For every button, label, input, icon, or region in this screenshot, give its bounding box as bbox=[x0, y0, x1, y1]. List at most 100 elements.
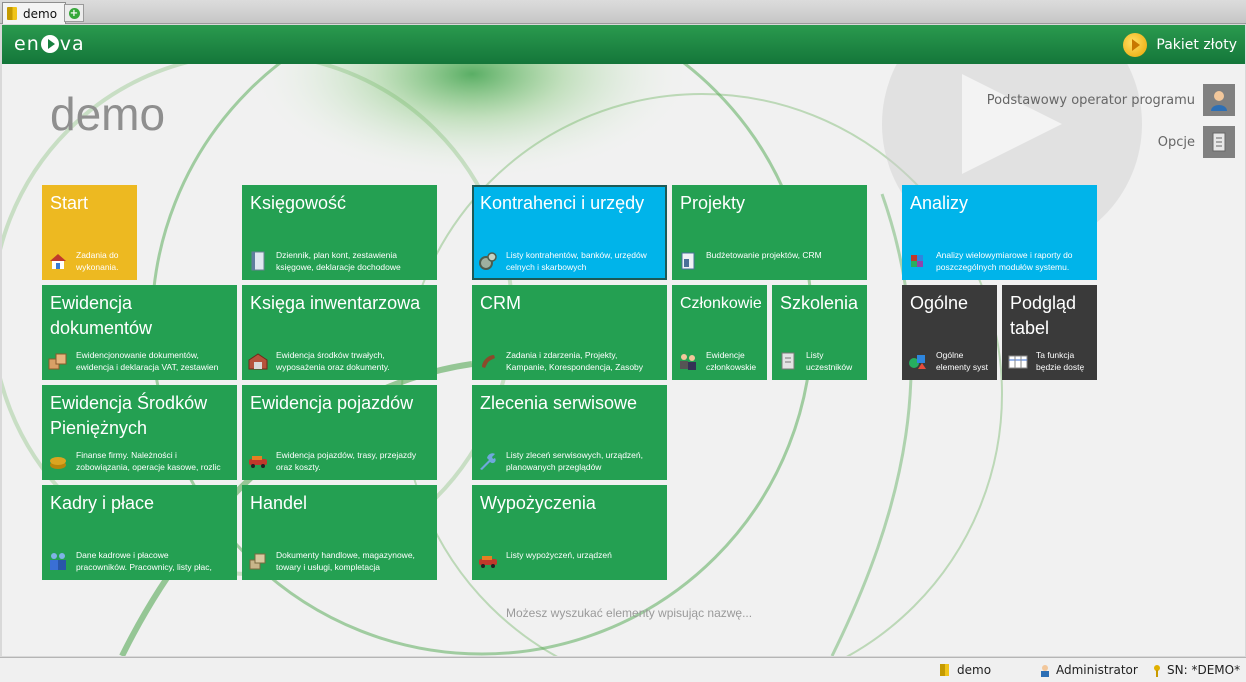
tile-title: Kontrahenci i urzędy bbox=[480, 193, 645, 213]
status-database-label: demo bbox=[957, 663, 992, 677]
options-icon[interactable] bbox=[1203, 126, 1235, 158]
tile-kadry-place[interactable]: Kadry i płace Dane kadrowe i płacowe prac… bbox=[42, 485, 237, 580]
tile-desc-line: Ogólne bbox=[936, 350, 964, 360]
tile-title: Członkowie bbox=[680, 295, 762, 312]
tile-desc-line: uczestników bbox=[806, 362, 853, 372]
status-user[interactable]: Administrator bbox=[1040, 663, 1138, 677]
tile-ewidencja-pojazdow[interactable]: Ewidencja pojazdów Ewidencja pojazdów, t… bbox=[242, 385, 437, 480]
package-indicator[interactable]: Pakiet złoty bbox=[1123, 33, 1237, 57]
tile-title: Ewidencja Środków Pieniężnych bbox=[50, 393, 208, 438]
tile-crm[interactable]: CRM Zadania i zdarzenia, Projekty, Kampan… bbox=[472, 285, 667, 380]
plus-icon: + bbox=[68, 7, 80, 19]
phone-icon bbox=[478, 351, 498, 371]
tile-desc-line: Listy zleceń serwisowych, urządzeń, bbox=[506, 450, 644, 460]
tile-desc-line: wyposażenia oraz dokumenty. bbox=[276, 362, 390, 372]
tile-start[interactable]: Start Zadania do wykonania. bbox=[42, 185, 137, 280]
tile-title: CRM bbox=[480, 293, 521, 313]
tile-desc-line: oraz koszty. bbox=[276, 462, 321, 472]
tile-analizy[interactable]: Analizy Analizy wielowymiarowe i raporty… bbox=[902, 185, 1097, 280]
table-icon bbox=[1008, 351, 1028, 371]
tile-desc-line: Ta funkcja bbox=[1036, 350, 1075, 360]
tile-desc-line: Dziennik, plan kont, zestawienia bbox=[276, 250, 397, 260]
tile-ewidencja-dokumentow[interactable]: Ewidencja dokumentów Ewidencjonowanie dok… bbox=[42, 285, 237, 380]
tile-title: Księga inwentarzowa bbox=[250, 293, 421, 313]
database-icon bbox=[940, 664, 949, 676]
status-serial: SN: *DEMO* bbox=[1153, 663, 1240, 677]
tile-desc-line: Listy kontrahentów, banków, urzędów bbox=[506, 250, 647, 260]
tab-demo[interactable]: demo bbox=[2, 2, 67, 24]
tile-title: Szkolenia bbox=[780, 293, 859, 313]
tile-desc-line: Zadania i zdarzenia, Projekty, bbox=[506, 350, 618, 360]
tile-title: Ewidencja dokumentów bbox=[50, 293, 153, 338]
tile-projekty[interactable]: Projekty Budżetowanie projektów, CRM bbox=[672, 185, 867, 280]
key-icon bbox=[1153, 664, 1161, 677]
app-window: en va Pakiet złoty demo Podstawowy operat… bbox=[2, 25, 1245, 656]
car-icon bbox=[248, 451, 268, 471]
tile-desc-line: poszczególnych modułów systemu. bbox=[936, 262, 1070, 272]
package-label: Pakiet złoty bbox=[1156, 37, 1237, 53]
tile-desc-line: Analizy wielowymiarowe i raporty do bbox=[936, 250, 1073, 260]
book-icon bbox=[248, 251, 268, 271]
options-row[interactable]: Opcje bbox=[1158, 126, 1235, 158]
tile-desc-line: Kampanie, Korespondencja, Zasoby bbox=[506, 362, 644, 372]
tile-title: Handel bbox=[250, 493, 308, 513]
tile-desc-line: zobowiązania, operacje kasowe, rozlic bbox=[76, 462, 221, 472]
tile-ogolne[interactable]: Ogólne Ogólne elementy syst bbox=[902, 285, 997, 380]
tile-title: Analizy bbox=[910, 193, 969, 213]
wrench-icon bbox=[478, 451, 498, 471]
tile-title: Projekty bbox=[680, 193, 746, 213]
options-label: Opcje bbox=[1157, 134, 1195, 150]
tile-desc-line: celnych i skarbowych bbox=[506, 262, 587, 272]
database-icon bbox=[7, 7, 17, 20]
house-icon bbox=[48, 251, 68, 271]
tile-handel[interactable]: Handel Dokumenty handlowe, magazynowe, to… bbox=[242, 485, 437, 580]
boxes-icon bbox=[48, 351, 68, 371]
tile-desc-line: Ewidencja środków trwałych, bbox=[276, 350, 385, 360]
tile-czlonkowie[interactable]: Członkowie Ewidencje członkowskie bbox=[672, 285, 767, 380]
tile-title: Zlecenia serwisowe bbox=[480, 393, 638, 413]
tile-desc-line: ewidencja i deklaracja VAT, zestawien bbox=[76, 362, 219, 372]
tile-desc-line: pracowników. Pracownicy, listy płac, bbox=[76, 562, 212, 572]
tile-kontrahenci[interactable]: Kontrahenci i urzędy Listy kontrahentów,… bbox=[472, 185, 667, 280]
coin-icon bbox=[1123, 33, 1148, 57]
tile-desc-line: Ewidencja pojazdów, trasy, przejazdy bbox=[276, 450, 417, 460]
tile-desc-line: księgowe, deklaracje dochodowe bbox=[276, 262, 401, 272]
cube-icon bbox=[908, 251, 928, 271]
tile-srodki-pieniezne[interactable]: Ewidencja Środków Pieniężnych Finanse fir… bbox=[42, 385, 237, 480]
car-icon bbox=[478, 551, 498, 571]
tile-podglad-tabel[interactable]: Podgląd tabel Ta funkcja będzie dostę bbox=[1002, 285, 1097, 380]
tile-desc-line: Zadania do bbox=[76, 250, 119, 260]
workers-icon bbox=[48, 551, 68, 571]
tile-desc-line: Finanse firmy. Należności i bbox=[76, 450, 177, 460]
user-avatar-icon[interactable] bbox=[1203, 84, 1235, 116]
operator-label: Podstawowy operator programu bbox=[986, 92, 1195, 108]
tile-wypozyczenia[interactable]: Wypożyczenia Listy wypożyczeń, urządzeń bbox=[472, 485, 667, 580]
page-title: demo bbox=[50, 88, 166, 140]
packages-icon bbox=[248, 551, 268, 571]
tile-desc-line: planowanych przeglądów bbox=[506, 462, 602, 472]
tile-desc-line: Listy bbox=[806, 350, 824, 360]
document-tab-bar: demo + bbox=[0, 0, 1246, 24]
tile-title: Ogólne bbox=[910, 293, 969, 313]
tile-title: Wypożyczenia bbox=[480, 493, 596, 513]
status-bar: demo Administrator SN: *DEMO* bbox=[0, 657, 1246, 682]
operator-row[interactable]: Podstawowy operator programu bbox=[987, 84, 1235, 116]
new-tab-button[interactable]: + bbox=[64, 4, 84, 22]
tile-desc-line: wykonania. bbox=[76, 262, 119, 272]
tile-desc-line: Ewidencje bbox=[706, 350, 745, 360]
tile-desc-line: elementy syst bbox=[936, 362, 988, 372]
people-icon bbox=[678, 351, 698, 371]
tile-desc-line: Dane kadrowe i płacowe bbox=[76, 550, 169, 560]
tile-desc-line: Ewidencjonowanie dokumentów, bbox=[76, 350, 199, 360]
tile-ksiegowosc[interactable]: Księgowość Dziennik, plan kont, zestawie… bbox=[242, 185, 437, 280]
tile-desc-line: członkowskie bbox=[706, 362, 757, 372]
top-header-bar: en va Pakiet złoty bbox=[2, 25, 1245, 64]
tile-ksiega-inwentarzowa[interactable]: Księga inwentarzowa Ewidencja środków tr… bbox=[242, 285, 437, 380]
tile-desc-line: Budżetowanie projektów, CRM bbox=[706, 250, 822, 260]
tile-desc-line: Dokumenty handlowe, magazynowe, bbox=[276, 550, 415, 560]
user-icon bbox=[1040, 664, 1050, 677]
status-database[interactable]: demo bbox=[940, 663, 991, 677]
list-icon bbox=[778, 351, 798, 371]
tile-zlecenia-serwisowe[interactable]: Zlecenia serwisowe Listy zleceń serwisow… bbox=[472, 385, 667, 480]
tile-szkolenia[interactable]: Szkolenia Listy uczestników bbox=[772, 285, 867, 380]
